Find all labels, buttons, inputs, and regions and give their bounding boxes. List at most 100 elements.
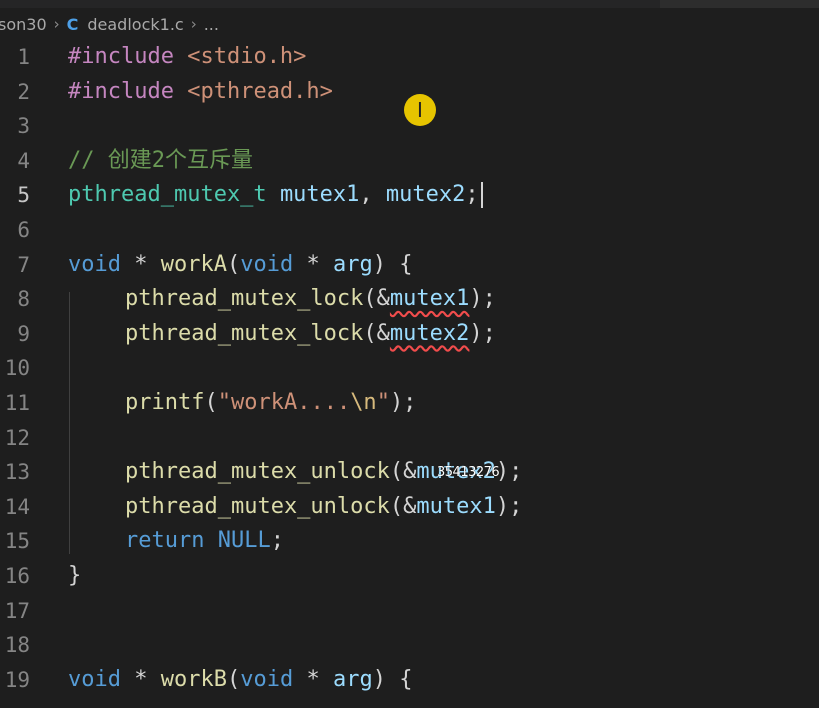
code-text[interactable]: return NULL; [68,524,284,559]
code-token: arg [332,251,373,277]
tab-bar-edge [660,0,819,8]
code-text[interactable]: pthread_mutex_unlock(&mutex1); [68,490,522,525]
line-number: 8 [17,287,30,312]
code-token: ) { [372,251,413,277]
code-token: ); [469,286,496,312]
code-token: \n [350,389,377,415]
chevron-right-icon: › [53,15,60,33]
breadcrumb-file[interactable]: deadlock1.c [87,15,183,34]
code-text[interactable]: pthread_mutex_t mutex1, mutex2; [68,178,483,213]
code-token: (& [389,493,417,519]
code-text[interactable]: void * workB(void * arg) { [68,663,412,698]
code-line[interactable]: 18 [0,628,819,663]
breadcrumb: son30 › C deadlock1.c › ... [0,8,819,40]
code-token: return [125,528,205,554]
breadcrumb-more[interactable]: ... [204,15,219,34]
code-token-error: mutex2 [389,320,470,346]
code-line[interactable]: 7 void * workA(void * arg) { [0,248,819,283]
text-caret [480,182,483,209]
code-token: arg [332,666,373,692]
line-number: 3 [17,114,30,139]
code-token: ( [226,666,241,692]
code-token: void [68,251,121,277]
line-number: 13 [4,460,30,485]
code-token: void [240,251,294,277]
code-token: ); [495,459,523,485]
line-number: 19 [4,667,30,692]
c-file-icon: C [66,14,79,34]
code-token: * [293,251,333,277]
code-token: (& [363,320,390,346]
line-number: 12 [4,425,30,450]
line-number: 16 [4,563,30,588]
code-token: mutex2 [385,182,466,208]
code-token: #include [68,44,188,69]
code-text[interactable]: printf("workA....\n"); [68,386,416,421]
code-token: <pthread.h> [187,78,333,104]
line-number: 6 [17,217,30,242]
code-token: ); [495,493,523,519]
code-token: ( [226,251,241,277]
code-token: ); [389,389,417,415]
code-text[interactable]: #include <stdio.h> [68,40,306,75]
code-token-error: mutex1 [389,286,470,312]
code-token: ); [469,320,496,346]
line-number: 14 [4,494,30,519]
line-number: 1 [17,45,30,69]
code-line[interactable]: 16} [0,559,819,594]
code-token: * [293,666,333,692]
code-text[interactable]: pthread_mutex_lock(&mutex1); [68,282,496,317]
code-token: ; [270,528,284,554]
line-number: 17 [4,598,30,623]
code-line[interactable]: 17 [0,594,819,629]
code-line[interactable]: 9 pthread_mutex_lock(&mutex2); [0,317,819,352]
code-text[interactable]: void * workA(void * arg) { [68,248,412,283]
line-number: 15 [4,529,30,554]
code-text[interactable]: #include <pthread.h> [68,75,333,110]
code-line[interactable]: 12 [0,421,819,456]
code-line[interactable]: 19 void * workB(void * arg) { [0,663,819,698]
code-token: * [120,666,161,692]
code-token: pthread_mutex_unlock [125,459,390,485]
code-line[interactable]: 6 [0,213,819,248]
code-editor[interactable]: son30 › C deadlock1.c › ... 1 #include <s… [0,0,819,708]
code-token: NULL [217,528,271,554]
code-line[interactable]: 5 pthread_mutex_t mutex1, mutex2; [0,178,819,213]
code-line[interactable]: 15 return NULL; [0,524,819,559]
code-line[interactable]: 10 [0,351,819,386]
code-token: pthread_mutex_lock [125,320,364,346]
code-token: (& [389,459,417,485]
code-text[interactable]: } [68,559,81,594]
code-token: workA [160,251,227,277]
code-token: printf [125,389,205,415]
code-line[interactable]: 4 // 创建2个互斥量 [0,144,819,179]
code-token: void [240,666,294,692]
code-line[interactable]: 8 pthread_mutex_lock(&mutex1); [0,282,819,317]
code-token: pthread_mutex_t [68,182,267,208]
code-token: (& [363,286,390,312]
code-token: pthread_mutex_lock [125,286,364,312]
line-number: 11 [4,390,30,415]
code-token: mutex1 [279,182,360,208]
code-token: workB [160,666,227,692]
code-token: * [120,251,161,277]
code-line[interactable]: 1 #include <stdio.h> [0,40,819,75]
code-token: " [376,389,390,415]
code-text[interactable]: // 创建2个互斥量 [68,144,253,179]
code-token: } [68,562,82,588]
code-line[interactable]: 14 pthread_mutex_unlock(&mutex1); [0,490,819,525]
code-token: ) { [372,666,413,692]
code-line[interactable]: 11 printf("workA....\n"); [0,386,819,421]
line-number: 10 [4,356,30,381]
code-token: ; [465,182,479,208]
line-number: 9 [17,321,30,346]
chevron-right-icon: › [190,15,197,33]
breadcrumb-folder[interactable]: son30 [0,15,47,34]
code-lines[interactable]: 1 #include <stdio.h> 2 #include <pthread.h>… [0,40,819,697]
code-text[interactable]: pthread_mutex_lock(&mutex2); [68,317,496,352]
code-token: "workA.... [217,389,351,415]
code-token: <stdio.h> [187,44,307,69]
code-line[interactable]: 13 pthread_mutex_unlock(&mutex2); [0,455,819,490]
